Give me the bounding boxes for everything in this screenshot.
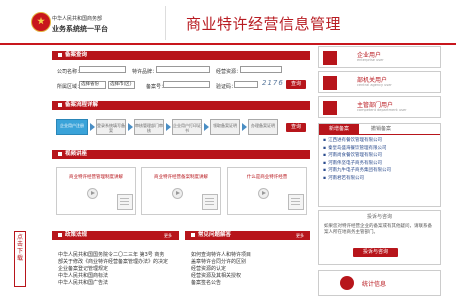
bullet-icon bbox=[58, 52, 62, 57]
resource-input[interactable] bbox=[240, 66, 282, 73]
bullet-icon bbox=[58, 151, 62, 156]
document-icon bbox=[288, 194, 304, 210]
arrow-right-icon bbox=[90, 123, 95, 131]
captcha-label: 验证码： bbox=[216, 84, 237, 90]
bullet-icon bbox=[191, 232, 195, 237]
policy-item[interactable]: 中华人民共和国广告法 bbox=[58, 280, 176, 287]
process-step-1[interactable]: 企业用户注册 bbox=[56, 119, 88, 135]
process-section-title: 备案流程详解 bbox=[65, 102, 99, 108]
captcha-input[interactable] bbox=[234, 81, 258, 88]
resource-label: 经营资源： bbox=[216, 69, 242, 75]
search-section-title: 备案查询 bbox=[65, 52, 88, 58]
record-item[interactable]: 河南君若有限公司 bbox=[323, 175, 437, 183]
faq-item[interactable]: 经营资源及其相关授权 bbox=[191, 273, 309, 280]
user-icon bbox=[323, 101, 337, 115]
brand-input[interactable] bbox=[156, 66, 210, 73]
video-card-2[interactable]: 商业特许经营备案制度讲解 bbox=[141, 167, 221, 215]
bullet-icon bbox=[58, 102, 62, 107]
agency-user-sub: central agency user bbox=[357, 83, 392, 87]
faq-item[interactable]: 如何查询特许人和特许项目 bbox=[191, 252, 309, 259]
faq-item[interactable]: 经营资源的认定 bbox=[191, 266, 309, 273]
record-input[interactable] bbox=[163, 81, 210, 88]
flag-icon bbox=[323, 76, 337, 90]
record-item[interactable]: 河南尚食餐饮管理有限公司 bbox=[323, 152, 437, 160]
policy-list: 中华人民共和国国务院令二〇二三年 第3号 商务 部关于修改《商业特许经营备案管理… bbox=[58, 252, 176, 287]
consult-title: 投诉与咨询 bbox=[366, 214, 392, 220]
video-section-header: 视频讲座 bbox=[52, 150, 310, 159]
process-query-button[interactable]: 查询 bbox=[286, 123, 306, 132]
video-card-1[interactable]: 商业特许经营管理制度讲解 bbox=[56, 167, 136, 215]
record-item[interactable]: 河南九牛电子商务集团有限公司 bbox=[323, 167, 437, 175]
process-step-3[interactable]: 审核管理部门审核 bbox=[134, 119, 164, 135]
policy-section-header: 政策法规 bbox=[52, 231, 179, 240]
arrow-right-icon bbox=[166, 123, 171, 131]
arrow-right-icon bbox=[242, 123, 247, 131]
process-section-header: 备案流程详解 bbox=[52, 101, 310, 110]
arrow-right-icon bbox=[204, 123, 209, 131]
faq-item[interactable]: 备案签名公告 bbox=[191, 280, 309, 287]
process-step-6[interactable]: 办理备案证明 bbox=[248, 119, 278, 135]
chart-icon bbox=[340, 276, 354, 290]
video-title: 商业特许经营管理制度讲解 bbox=[69, 175, 123, 180]
process-step-2[interactable]: 登录系统填写备案 bbox=[96, 119, 126, 135]
tab-revoked-records[interactable]: 撤销备案 bbox=[360, 124, 402, 134]
record-item[interactable]: 河南伟坚电子商务有限公司 bbox=[323, 160, 437, 168]
record-item[interactable]: 秦皇岛盛海餐饮管理有限公司 bbox=[323, 145, 437, 153]
policy-item[interactable]: 部关于修改《商业特许经营备案管理办法》的决定 bbox=[58, 259, 176, 266]
search-query-button[interactable]: 查询 bbox=[286, 80, 306, 89]
faq-section-header: 常见问题解答 bbox=[185, 231, 310, 240]
document-icon bbox=[202, 194, 218, 210]
building-icon bbox=[323, 51, 337, 65]
policy-item[interactable]: 中华人民共和国商标法 bbox=[58, 273, 176, 280]
faq-list: 如何查询特许人和特许项目 盖章特许合同分许的区别 经营资源的认定 经营资源及其相… bbox=[191, 252, 309, 287]
tab-new-records[interactable]: 新增备案 bbox=[319, 124, 359, 134]
play-icon[interactable] bbox=[87, 188, 98, 199]
download-side-link[interactable]: 点击下载 bbox=[14, 231, 26, 287]
stats-label[interactable]: 统计信息 bbox=[362, 279, 386, 288]
video-title: 商业特许经营备案制度讲解 bbox=[154, 175, 208, 180]
header-divider bbox=[165, 6, 166, 40]
process-step-5[interactable]: 领取备案证明 bbox=[210, 119, 240, 135]
platform-name: 业务系统统一平台 bbox=[52, 25, 108, 33]
brand-label: 特许品牌： bbox=[132, 69, 158, 75]
policy-more-link[interactable]: 更多 bbox=[164, 233, 172, 239]
tab-underline bbox=[319, 134, 440, 135]
city-select[interactable]: 选择市(区) bbox=[108, 81, 135, 89]
search-section-header: 备案查询 bbox=[52, 51, 310, 60]
record-list: 江西进有餐饮管理有限公司 秦皇岛盛海餐饮管理有限公司 河南尚食餐饮管理有限公司 … bbox=[323, 137, 437, 183]
header-rule bbox=[0, 43, 456, 45]
enterprise-user-button[interactable]: 企业用户 enterprise user bbox=[318, 46, 441, 68]
play-icon[interactable] bbox=[172, 188, 183, 199]
department-user-sub: competent department user bbox=[357, 108, 407, 112]
ministry-name: 中华人民共和国商务部 bbox=[52, 16, 103, 22]
faq-more-link[interactable]: 更多 bbox=[296, 233, 304, 239]
video-card-3[interactable]: 什么是商业特许经营 bbox=[227, 167, 307, 215]
captcha-image[interactable]: 2176 bbox=[262, 79, 284, 87]
video-section-title: 视频讲座 bbox=[65, 151, 88, 157]
consult-text: 如果您对特许经营企业的备案或有其他疑问，请联系备案人所在地商务主管部门。 bbox=[324, 224, 432, 235]
video-title: 什么是商业特许经营 bbox=[246, 175, 288, 180]
process-step-4[interactable]: 企业用户打印证书 bbox=[172, 119, 202, 135]
record-item[interactable]: 江西进有餐饮管理有限公司 bbox=[323, 137, 437, 145]
policy-item[interactable]: 中华人民共和国国务院令二〇二三年 第3号 商务 bbox=[58, 252, 176, 259]
page-title: 商业特许经营信息管理 bbox=[186, 15, 342, 33]
consult-button[interactable]: 投诉与咨询 bbox=[353, 248, 398, 257]
play-icon[interactable] bbox=[258, 188, 269, 199]
bullet-icon bbox=[58, 232, 62, 237]
national-emblem-icon bbox=[31, 12, 51, 32]
province-select[interactable]: 选择省份 bbox=[79, 81, 106, 89]
policy-section-title: 政策法规 bbox=[65, 232, 88, 238]
faq-item[interactable]: 盖章特许合同分许的区别 bbox=[191, 259, 309, 266]
enterprise-user-sub: enterprise user bbox=[357, 58, 384, 62]
arrow-right-icon bbox=[128, 123, 133, 131]
faq-section-title: 常见问题解答 bbox=[198, 232, 232, 238]
department-user-button[interactable]: 主管部门用户 competent department user bbox=[318, 96, 441, 118]
document-icon bbox=[117, 194, 133, 210]
policy-item[interactable]: 企业备案登记管理规定 bbox=[58, 266, 176, 273]
company-input[interactable] bbox=[79, 66, 126, 73]
agency-user-button[interactable]: 部机关用户 central agency user bbox=[318, 71, 441, 93]
